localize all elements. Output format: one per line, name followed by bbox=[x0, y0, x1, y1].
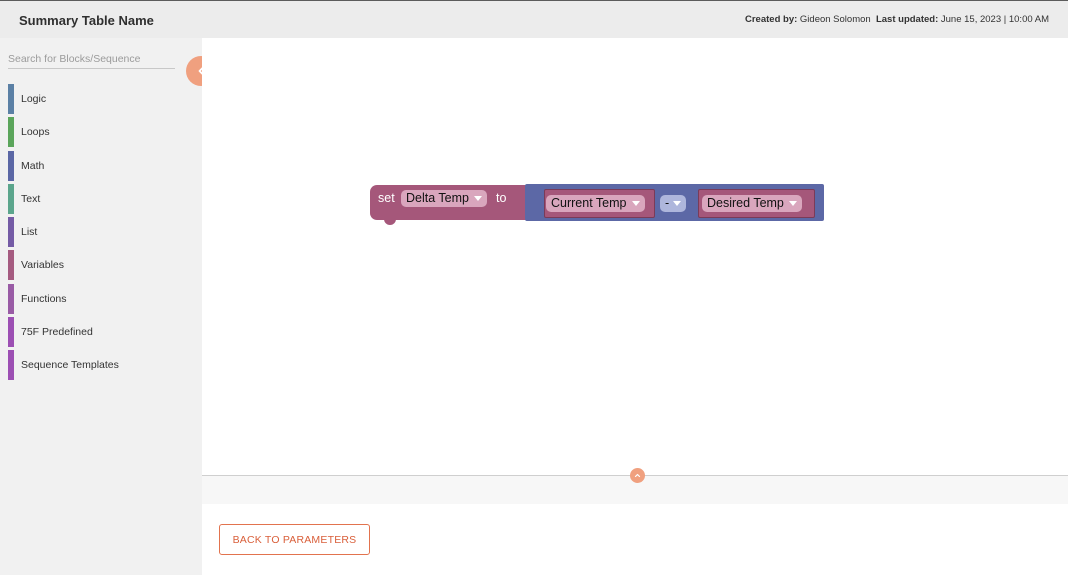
back-to-parameters-button[interactable]: BACK TO PARAMETERS bbox=[219, 524, 370, 555]
category-color-bar bbox=[8, 283, 14, 314]
block-connector bbox=[525, 194, 531, 208]
category-color-bar bbox=[8, 217, 14, 248]
created-by-label: Created by: bbox=[745, 14, 798, 25]
category-label: Loops bbox=[21, 126, 50, 139]
to-keyword: to bbox=[496, 191, 507, 205]
category-color-bar bbox=[8, 317, 14, 348]
dropdown-arrow-icon bbox=[788, 201, 797, 207]
category-sequence-templates[interactable]: Sequence Templates bbox=[8, 350, 188, 381]
created-by-value: Gideon Solomon bbox=[799, 14, 871, 25]
category-color-bar bbox=[8, 350, 14, 381]
operator-dropdown[interactable]: - bbox=[660, 195, 687, 212]
page-title: Summary Table Name bbox=[19, 13, 154, 28]
category-color-bar bbox=[8, 150, 14, 181]
last-updated-value: June 15, 2023 | 10:00 AM bbox=[940, 14, 1049, 25]
current-temp-dropdown-value: Current Temp bbox=[551, 196, 627, 210]
expand-panel-button[interactable] bbox=[630, 468, 645, 483]
category-color-bar bbox=[8, 250, 14, 281]
category-label: Math bbox=[21, 159, 45, 172]
category-75f-predefined[interactable]: 75F Predefined bbox=[8, 317, 188, 348]
category-list: Logic Loops Math Text List Variables Fun… bbox=[8, 84, 188, 384]
category-functions[interactable]: Functions bbox=[8, 283, 188, 314]
page-meta: Created by: Gideon Solomon Last updated:… bbox=[745, 14, 1049, 25]
top-header: Summary Table Name Created by: Gideon So… bbox=[0, 0, 1068, 38]
category-variables[interactable]: Variables bbox=[8, 250, 188, 281]
variable-dropdown-value: Delta Temp bbox=[406, 191, 469, 205]
block-toolbox: Logic Loops Math Text List Variables Fun… bbox=[0, 38, 202, 575]
dropdown-arrow-icon bbox=[631, 201, 640, 207]
category-label: List bbox=[21, 226, 38, 239]
operator-dropdown-value: - bbox=[665, 196, 670, 210]
set-keyword: set bbox=[378, 191, 395, 205]
category-label: Text bbox=[21, 192, 41, 205]
chevron-up-icon bbox=[634, 473, 641, 478]
desired-temp-dropdown[interactable]: Desired Temp bbox=[702, 195, 802, 212]
category-label: Variables bbox=[21, 259, 64, 272]
category-color-bar bbox=[8, 117, 14, 148]
category-logic[interactable]: Logic bbox=[8, 84, 188, 114]
category-color-bar bbox=[8, 183, 14, 214]
desired-temp-dropdown-value: Desired Temp bbox=[707, 196, 784, 210]
dropdown-arrow-icon bbox=[673, 201, 682, 207]
category-label: Sequence Templates bbox=[21, 359, 119, 372]
dropdown-arrow-icon bbox=[474, 196, 482, 202]
current-temp-dropdown[interactable]: Current Temp bbox=[546, 195, 645, 212]
category-color-bar bbox=[8, 84, 14, 114]
last-updated-label: Last updated: bbox=[875, 14, 939, 25]
category-text[interactable]: Text bbox=[8, 183, 188, 214]
category-label: 75F Predefined bbox=[21, 326, 93, 339]
blocks-workspace[interactable] bbox=[202, 38, 1068, 475]
category-loops[interactable]: Loops bbox=[8, 117, 188, 148]
category-math[interactable]: Math bbox=[8, 150, 188, 181]
category-label: Logic bbox=[21, 93, 47, 105]
search-blocks-input[interactable] bbox=[8, 49, 175, 69]
variable-dropdown[interactable]: Delta Temp bbox=[401, 190, 487, 207]
category-list[interactable]: List bbox=[8, 217, 188, 248]
category-label: Functions bbox=[21, 292, 67, 305]
